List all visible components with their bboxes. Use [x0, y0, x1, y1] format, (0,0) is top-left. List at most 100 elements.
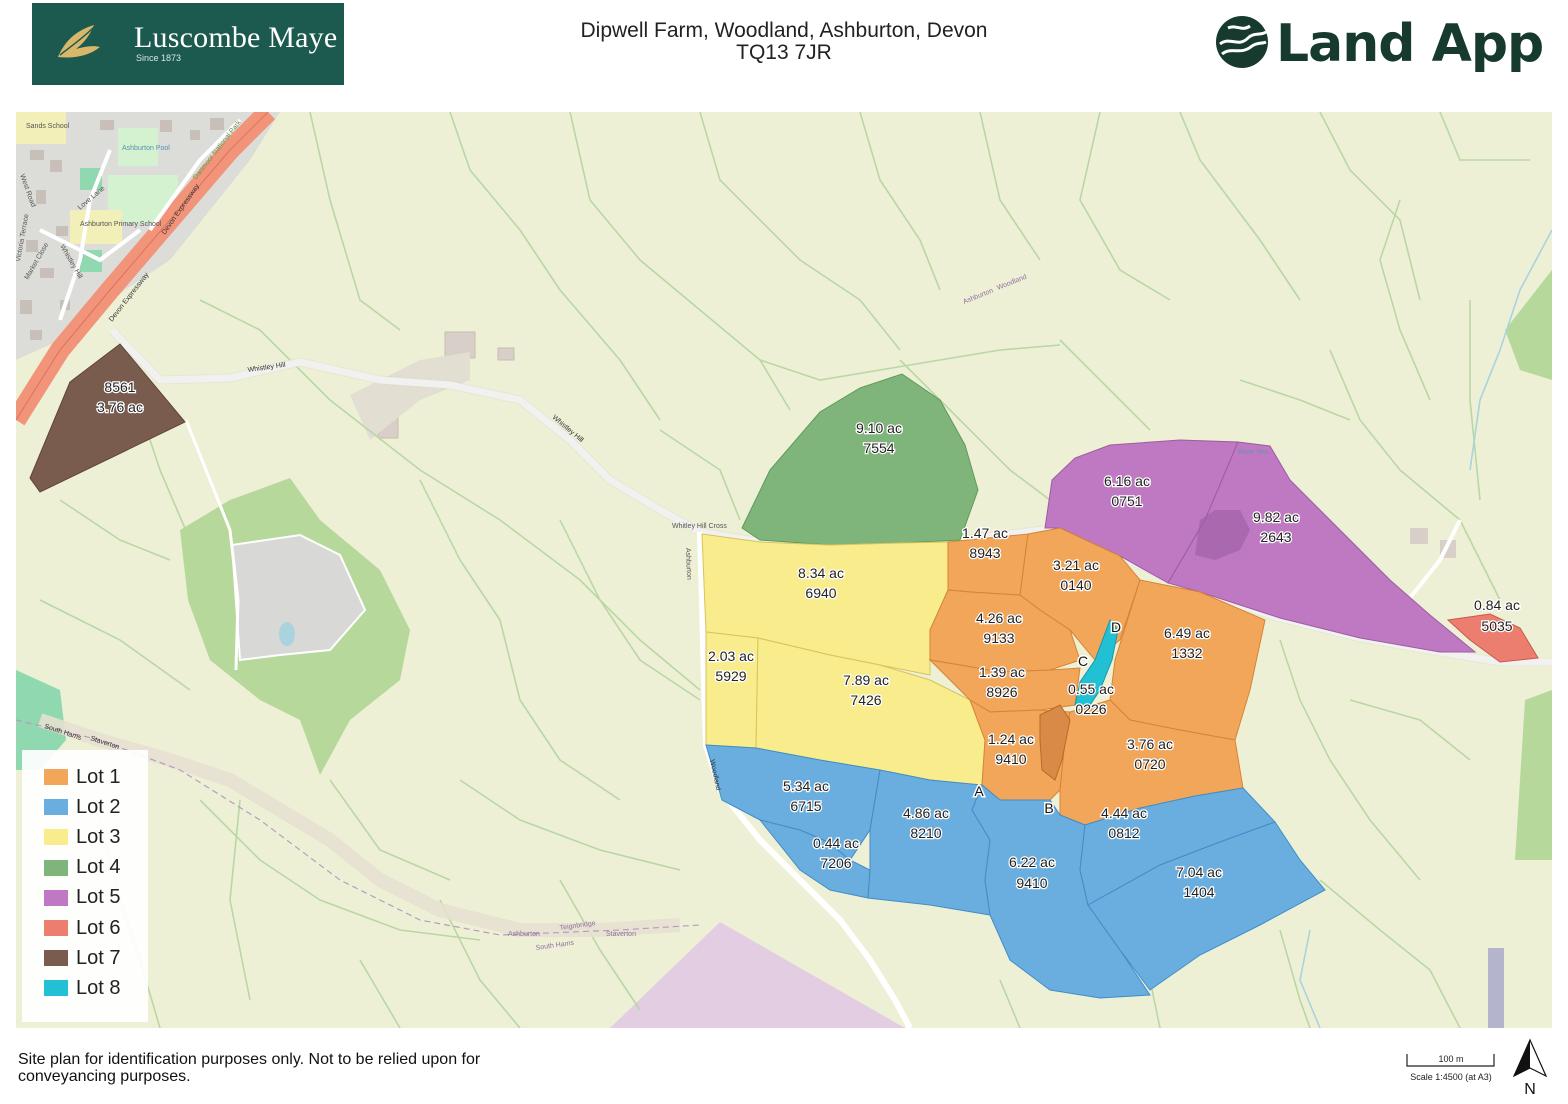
legend-label: Lot 8 — [76, 976, 121, 999]
label-0226-area: 0.55 ac — [1068, 681, 1114, 697]
label-sands-school: Sands School — [26, 123, 70, 130]
label-0751: 0751 — [1111, 493, 1142, 509]
label-5035: 5035 — [1481, 618, 1512, 634]
legend-swatch — [44, 950, 68, 967]
label-6715: 6715 — [790, 798, 821, 814]
brand-name-right: Land App — [1276, 14, 1544, 74]
label-ashburton-pool: Ashburton Pool — [122, 145, 170, 152]
point-d: D — [1111, 619, 1121, 635]
label-8210-area: 4.86 ac — [903, 805, 949, 821]
label-7206-area: 0.44 ac — [813, 835, 859, 851]
label-primary-school: Ashburton Primary School — [80, 221, 162, 228]
label-0751-area: 6.16 ac — [1104, 473, 1150, 489]
legend-label: Lot 7 — [76, 946, 121, 969]
point-c: C — [1078, 653, 1088, 669]
legend-label: Lot 3 — [76, 825, 121, 848]
label-7554: 7554 — [863, 440, 894, 456]
label-1404: 1404 — [1183, 884, 1214, 900]
legend-label: Lot 2 — [76, 795, 121, 818]
label-0720: 0720 — [1134, 756, 1165, 772]
label-6940-area: 8.34 ac — [798, 565, 844, 581]
label-8926: 8926 — [986, 684, 1017, 700]
title-line-address: Dipwell Farm, Woodland, Ashburton, Devon — [580, 19, 988, 42]
title-line-postcode: TQ13 7JR — [736, 41, 832, 64]
label-ashburton-road: Ashburton — [684, 548, 692, 580]
label-8561: 8561 — [104, 379, 135, 395]
legend-swatch — [44, 889, 68, 906]
north-label: N — [1524, 1081, 1536, 1098]
site-plan-map[interactable]: 8561 3.76 ac 9.10 ac 7554 1.47 ac 8943 6… — [16, 112, 1552, 1028]
label-2643-area: 9.82 ac — [1253, 509, 1299, 525]
label-6715-area: 5.34 ac — [783, 778, 829, 794]
label-7426: 7426 — [850, 692, 881, 708]
label-0812-area: 4.44 ac — [1101, 805, 1147, 821]
grey-strip — [1488, 948, 1504, 1028]
label-6940: 6940 — [805, 585, 836, 601]
scale-distance: 100 m — [1438, 1054, 1463, 1064]
disclaimer-text: Site plan for identification purposes on… — [18, 1051, 481, 1085]
label-8926-area: 1.39 ac — [979, 664, 1025, 680]
legend-item-lot-3: Lot 3 — [22, 822, 148, 852]
label-ashburton-teign-1: Ashburton — [508, 931, 540, 938]
land-app-logo: Land App — [1214, 12, 1544, 76]
legend-item-lot-8: Lot 8 — [22, 973, 148, 1003]
label-8210: 8210 — [910, 825, 941, 841]
legend-item-lot-1: Lot 1 — [22, 762, 148, 792]
label-2643: 2643 — [1260, 529, 1291, 545]
label-0226: 0226 — [1075, 701, 1106, 717]
label-8943-area: 1.47 ac — [962, 525, 1008, 541]
label-1404-area: 7.04 ac — [1176, 864, 1222, 880]
point-a: A — [974, 783, 984, 799]
label-7206: 7206 — [820, 855, 851, 871]
legend-item-lot-6: Lot 6 — [22, 913, 148, 943]
legend: Lot 1 Lot 2 Lot 3 Lot 4 Lot 5 Lot 6 Lot 7 Lot 8 — [22, 750, 148, 1022]
scale-bar: 100 m Scale 1:4500 (at A3) — [1406, 1054, 1495, 1082]
label-9410a: 9410 — [995, 751, 1026, 767]
legend-swatch — [44, 769, 68, 786]
label-5929-area: 2.03 ac — [708, 648, 754, 664]
parcel-8943[interactable] — [947, 533, 1029, 596]
label-0812: 0812 — [1108, 825, 1139, 841]
label-7554-area: 9.10 ac — [856, 420, 902, 436]
brand-since: Since 1873 — [136, 53, 182, 63]
legend-swatch — [44, 799, 68, 816]
legend-item-lot-2: Lot 2 — [22, 792, 148, 822]
legend-item-lot-5: Lot 5 — [22, 883, 148, 913]
label-river-yeo: River Yeo — [1238, 449, 1268, 456]
luscombe-maye-logo: Luscombe Maye Since 1873 — [32, 3, 344, 85]
north-arrow-icon: N — [1512, 1038, 1548, 1098]
legend-item-lot-4: Lot 4 — [22, 853, 148, 883]
legend-label: Lot 5 — [76, 886, 121, 909]
label-0140: 0140 — [1060, 577, 1091, 593]
label-1332-area: 6.49 ac — [1164, 625, 1210, 641]
label-8943: 8943 — [969, 545, 1000, 561]
label-5929: 5929 — [715, 668, 746, 684]
label-5035-area: 0.84 ac — [1474, 597, 1520, 613]
label-9410b: 9410 — [1016, 875, 1047, 891]
legend-swatch — [44, 920, 68, 937]
label-0720-area: 3.76 ac — [1127, 736, 1173, 752]
pond — [279, 622, 295, 646]
land-app-globe-icon — [1216, 16, 1268, 68]
legend-swatch — [44, 829, 68, 846]
legend-label: Lot 4 — [76, 856, 121, 879]
label-9410b-area: 6.22 ac — [1009, 854, 1055, 870]
page-title: Dipwell Farm, Woodland, Ashburton, Devon… — [484, 20, 1084, 64]
legend-label: Lot 6 — [76, 916, 121, 939]
legend-swatch — [44, 980, 68, 997]
label-7426-area: 7.89 ac — [843, 672, 889, 688]
label-8561-area: 3.76 ac — [97, 399, 143, 415]
label-9133: 9133 — [983, 630, 1014, 646]
label-staverton-2: Staverton — [606, 931, 636, 938]
label-1332: 1332 — [1171, 645, 1202, 661]
oak-leaf-icon — [58, 25, 100, 58]
brand-name-left: Luscombe Maye — [134, 21, 338, 54]
parcel-8210[interactable] — [867, 769, 991, 916]
legend-swatch — [44, 859, 68, 876]
legend-item-lot-7: Lot 7 — [22, 943, 148, 973]
scale-text: Scale 1:4500 (at A3) — [1410, 1072, 1492, 1082]
label-9133-area: 4.26 ac — [976, 610, 1022, 626]
point-b: B — [1044, 800, 1053, 816]
label-0140-area: 3.21 ac — [1053, 557, 1099, 573]
legend-label: Lot 1 — [76, 765, 121, 788]
